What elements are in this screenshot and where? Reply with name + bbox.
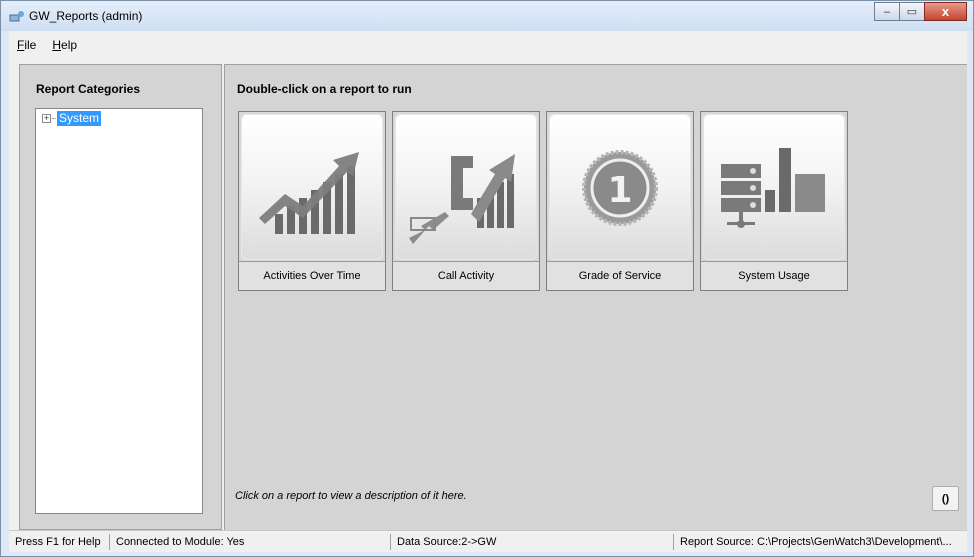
tile-image: 1: [549, 114, 691, 260]
report-description: Click on a report to view a description …: [235, 490, 467, 502]
chart-up-arrow-icon: [259, 152, 359, 234]
phone-chart-icon: [409, 154, 515, 244]
app-window: GW_Reports (admin) – ▭ x File Help Repor…: [0, 0, 974, 557]
status-connection: Connected to Module: Yes: [116, 535, 245, 548]
tile-image: [703, 114, 845, 260]
tree-connector: [52, 118, 56, 119]
report-tile-label: System Usage: [701, 261, 847, 290]
menu-file[interactable]: File: [15, 36, 38, 54]
tree-node-system[interactable]: + System: [42, 111, 102, 126]
tree-node-label[interactable]: System: [57, 111, 102, 126]
maximize-button[interactable]: ▭: [899, 2, 925, 21]
report-tile-activities-over-time[interactable]: Activities Over Time: [238, 111, 386, 291]
svg-text:1: 1: [607, 170, 632, 211]
status-data-source: Data Source:2->GW: [397, 535, 497, 548]
status-report-source: Report Source: C:\Projects\GenWatch3\Dev…: [680, 535, 952, 548]
category-tree[interactable]: + System: [35, 108, 203, 514]
report-tiles: Activities Over Time Call Activity 1 Gra…: [238, 111, 854, 291]
menu-help[interactable]: Help: [50, 36, 79, 54]
reports-panel: Double-click on a report to run Activiti…: [224, 64, 967, 530]
app-icon: [9, 11, 24, 22]
status-help: Press F1 for Help: [15, 535, 101, 548]
report-tile-grade-of-service[interactable]: 1 Grade of Service: [546, 111, 694, 291]
tile-image: [395, 114, 537, 260]
expand-icon[interactable]: +: [42, 114, 51, 123]
status-bar: Press F1 for Help Connected to Module: Y…: [9, 530, 967, 552]
menu-bar: File Help: [9, 31, 967, 59]
report-tile-call-activity[interactable]: Call Activity: [392, 111, 540, 291]
close-button[interactable]: x: [924, 2, 967, 21]
minimize-button[interactable]: –: [874, 2, 900, 21]
window-controls: – ▭ x: [874, 2, 967, 22]
report-categories-panel: Report Categories + System: [19, 64, 222, 530]
window-title: GW_Reports (admin): [29, 9, 143, 23]
reports-instructions: Double-click on a report to run: [237, 82, 412, 96]
client-area: Report Categories + System Double-click …: [9, 59, 967, 530]
report-categories-title: Report Categories: [36, 82, 141, 96]
title-bar: GW_Reports (admin) – ▭ x: [1, 1, 973, 31]
report-tile-label: Call Activity: [393, 261, 539, 290]
report-tile-label: Activities Over Time: [239, 261, 385, 290]
refresh-button[interactable]: (): [932, 486, 959, 511]
report-tile-system-usage[interactable]: System Usage: [700, 111, 848, 291]
server-usage-icon: [721, 148, 825, 228]
tile-image: [241, 114, 383, 260]
report-tile-label: Grade of Service: [547, 261, 693, 290]
medal-one-icon: 1: [582, 150, 658, 226]
